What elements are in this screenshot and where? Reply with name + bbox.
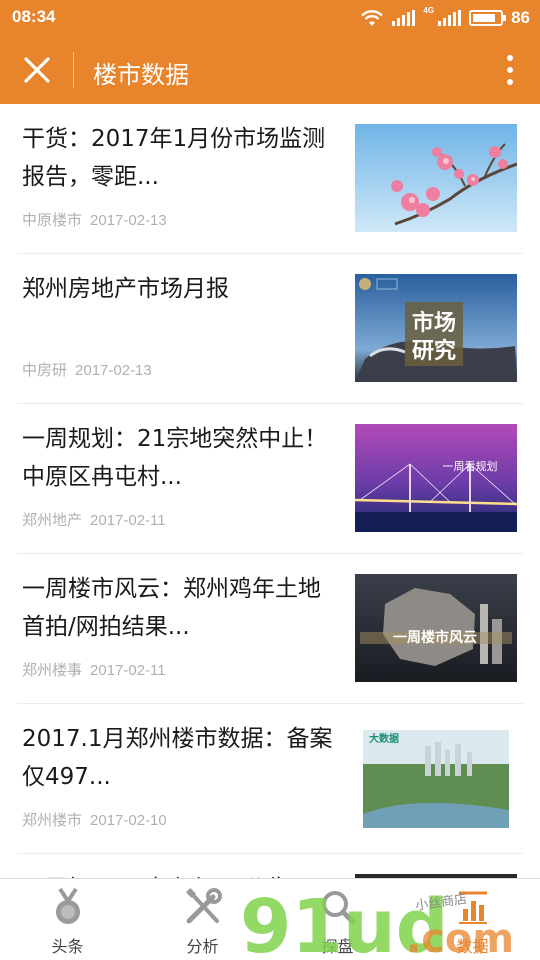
article-source: 中房研	[22, 362, 68, 379]
bottom-nav: 头条 分析 探盘 数据	[0, 878, 540, 960]
nav-item-analysis[interactable]: 分析	[135, 879, 270, 960]
status-icons: 4G 86	[360, 6, 530, 30]
close-icon	[24, 57, 50, 83]
status-bar: 08:34 4G 86	[0, 0, 540, 36]
thumb-text: 研究	[412, 338, 456, 364]
more-dot	[507, 79, 513, 85]
article-item[interactable]: 干货：2017年1月份市场监测报告，零距... 中原楼市 2017-02-13	[17, 104, 523, 254]
market-research-image: 市场 研究	[355, 274, 517, 382]
article-item[interactable]: 一周好… 下意义必… 公告	[17, 854, 523, 878]
header-divider	[73, 52, 74, 88]
nav-label: 头条	[51, 939, 84, 956]
article-item[interactable]: 一周规划：21宗地突然中止！中原区冉屯村... 郑州地产 2017-02-11 一…	[17, 404, 523, 554]
article-title: 一周好… 下意义必… 公告	[22, 870, 337, 878]
article-meta: 郑州楼市 2017-02-10	[22, 809, 167, 830]
article-date: 2017-02-11	[90, 512, 166, 529]
network-type: 4G	[423, 6, 435, 15]
close-button[interactable]	[18, 51, 56, 89]
article-date: 2017-02-11	[90, 662, 166, 679]
wifi-icon	[361, 10, 384, 26]
article-title: 干货：2017年1月份市场监测报告，零距...	[22, 126, 326, 190]
article-source: 郑州楼事	[22, 662, 83, 679]
article-date: 2017-02-10	[90, 812, 167, 829]
article-source: 郑州楼市	[22, 812, 83, 829]
nav-item-data[interactable]: 数据	[405, 879, 540, 960]
article-title: 2017.1月郑州楼市数据：备案仅497...	[22, 726, 333, 790]
nav-item-headlines[interactable]: 头条	[0, 879, 135, 960]
status-time: 08:34	[12, 7, 56, 26]
nav-item-explore[interactable]: 探盘	[270, 879, 405, 960]
article-title: 一周楼市风云：郑州鸡年土地首拍/网拍结果...	[22, 576, 321, 640]
henan-map-image: 一周楼市风云	[355, 574, 517, 682]
article-item[interactable]: 一周楼市风云：郑州鸡年土地首拍/网拍结果... 郑州楼事 2017-02-11 一…	[17, 554, 523, 704]
article-source: 中原楼市	[22, 212, 83, 229]
thumb-text: 一周看规划	[443, 459, 498, 473]
tools-icon	[185, 888, 222, 924]
article-item[interactable]: 2017.1月郑州楼市数据：备案仅497... 郑州楼市 2017-02-10 大…	[17, 704, 523, 854]
thumb-text: 市场	[412, 310, 456, 336]
article-date: 2017-02-13	[90, 212, 167, 229]
more-options-button[interactable]	[502, 52, 518, 88]
article-meta: 中房研 2017-02-13	[22, 359, 152, 380]
chart-icon	[458, 891, 487, 924]
city-aerial-image: 大数据	[355, 724, 517, 832]
article-list: 干货：2017年1月份市场监测报告，零距... 中原楼市 2017-02-13 郑…	[0, 104, 540, 878]
nav-label: 分析	[186, 939, 219, 956]
article-item[interactable]: 郑州房地产市场月报 中房研 2017-02-13 市场 研究	[17, 254, 523, 404]
article-date: 2017-02-13	[75, 362, 152, 379]
signal-icon-2	[438, 10, 462, 26]
battery-fill	[473, 14, 496, 22]
article-title: 郑州房地产市场月报	[22, 276, 229, 302]
plum-blossom-image	[355, 124, 517, 232]
article-meta: 中原楼市 2017-02-13	[22, 209, 167, 230]
more-dot	[507, 55, 513, 61]
battery-percent: 86	[511, 8, 530, 27]
battery-icon	[469, 10, 507, 26]
app-header: 楼市数据	[0, 36, 540, 104]
article-title: 一周规划：21宗地突然中止！中原区冉屯村...	[22, 426, 328, 490]
search-icon	[321, 891, 355, 925]
thumb-text: 大数据	[369, 732, 399, 745]
article-source: 郑州地产	[22, 512, 83, 529]
nav-label: 数据	[456, 939, 489, 956]
signal-icon	[392, 10, 416, 26]
bridge-night-image: 一周看规划	[355, 424, 517, 532]
article-meta: 郑州楼事 2017-02-11	[22, 659, 166, 680]
medal-icon	[55, 887, 80, 924]
more-dot	[507, 67, 513, 73]
page-title: 楼市数据	[93, 62, 189, 89]
thumb-text: 一周楼市风云	[393, 629, 477, 646]
nav-label: 探盘	[321, 939, 354, 956]
article-meta: 郑州地产 2017-02-11	[22, 509, 166, 530]
